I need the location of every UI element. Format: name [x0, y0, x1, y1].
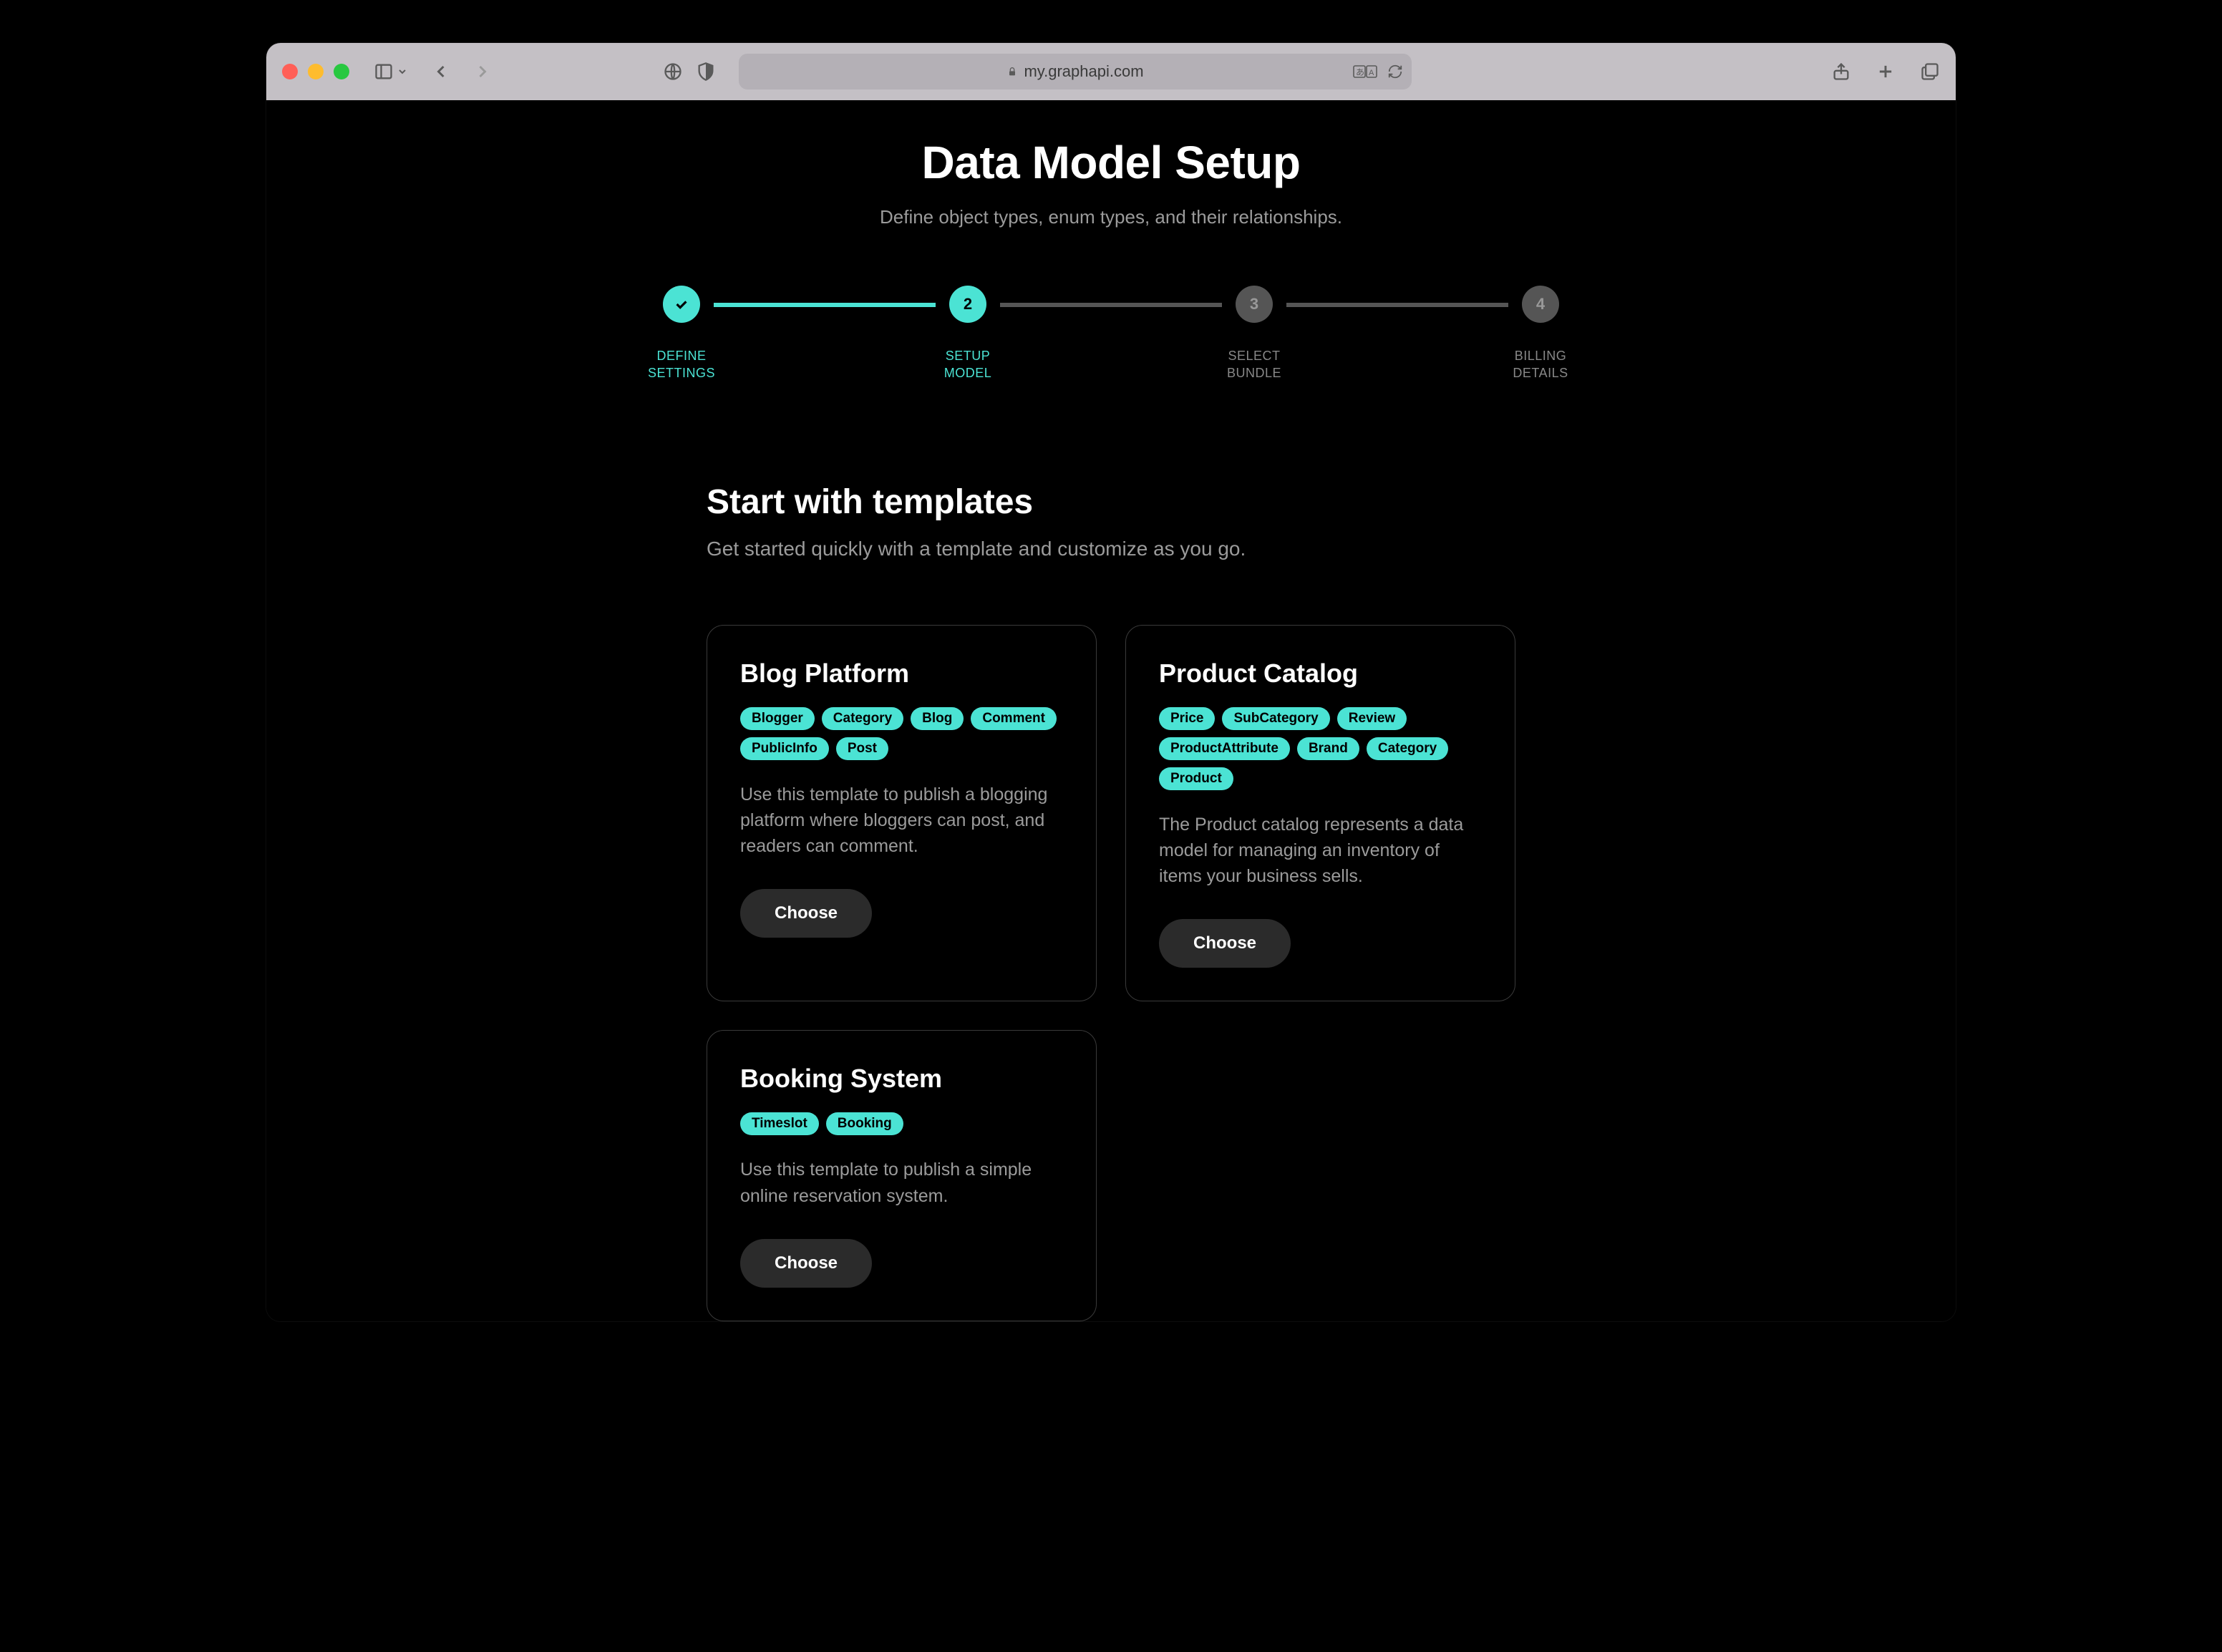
card-tags: Timeslot Booking [740, 1112, 1063, 1135]
template-card-product-catalog: Product Catalog Price SubCategory Review… [1125, 625, 1515, 1002]
step-number: 2 [949, 286, 986, 323]
card-tags: Price SubCategory Review ProductAttribut… [1159, 707, 1482, 790]
maximize-window-button[interactable] [334, 64, 349, 79]
stepper: DEFINE SETTINGS 2 SETUP MODEL 3 SE [266, 286, 1956, 382]
step-connector [1000, 303, 1222, 307]
back-button[interactable] [431, 62, 451, 82]
tag: Price [1159, 707, 1215, 730]
minimize-window-button[interactable] [308, 64, 324, 79]
step-billing-details[interactable]: 4 BILLING DETAILS [1508, 286, 1573, 382]
check-icon [663, 286, 700, 323]
tag: Timeslot [740, 1112, 819, 1135]
section-subtitle: Get started quickly with a template and … [707, 538, 1515, 560]
choose-button[interactable]: Choose [740, 1239, 872, 1288]
globe-icon[interactable] [663, 62, 683, 82]
tag: Blogger [740, 707, 815, 730]
url-text: my.graphapi.com [1024, 62, 1143, 81]
tag: Product [1159, 767, 1233, 790]
step-number: 3 [1236, 286, 1273, 323]
card-tags: Blogger Category Blog Comment PublicInfo… [740, 707, 1063, 760]
share-button[interactable] [1831, 62, 1851, 82]
step-define-settings[interactable]: DEFINE SETTINGS [649, 286, 714, 382]
tag: Comment [971, 707, 1057, 730]
card-title: Product Catalog [1159, 659, 1482, 689]
new-tab-button[interactable] [1876, 62, 1896, 82]
card-title: Booking System [740, 1064, 1063, 1094]
choose-button[interactable]: Choose [1159, 919, 1291, 968]
window-controls [282, 64, 349, 79]
tabs-overview-button[interactable] [1920, 62, 1940, 82]
template-cards: Blog Platform Blogger Category Blog Comm… [707, 625, 1515, 1321]
tag: Category [822, 707, 903, 730]
step-setup-model[interactable]: 2 SETUP MODEL [936, 286, 1000, 382]
step-label: DETAILS [1513, 364, 1568, 382]
url-bar[interactable]: my.graphapi.com あA [739, 54, 1412, 89]
card-description: Use this template to publish a blogging … [740, 782, 1063, 860]
tag: SubCategory [1222, 707, 1329, 730]
tag: Blog [911, 707, 964, 730]
tag: Booking [826, 1112, 903, 1135]
shield-icon[interactable] [696, 62, 716, 82]
page-content: Data Model Setup Define object types, en… [266, 100, 1956, 1321]
card-description: The Product catalog represents a data mo… [1159, 812, 1482, 890]
tag: ProductAttribute [1159, 737, 1290, 760]
svg-text:あ: あ [1356, 67, 1364, 77]
step-label: SELECT [1227, 347, 1281, 364]
reload-button[interactable] [1387, 64, 1403, 79]
step-connector [1286, 303, 1508, 307]
page-title: Data Model Setup [266, 136, 1956, 189]
tag: Review [1337, 707, 1407, 730]
step-label: MODEL [944, 364, 992, 382]
browser-window: my.graphapi.com あA Data Model [266, 43, 1956, 1321]
choose-button[interactable]: Choose [740, 889, 872, 938]
lock-icon [1006, 66, 1018, 77]
step-select-bundle[interactable]: 3 SELECT BUNDLE [1222, 286, 1286, 382]
page-subtitle: Define object types, enum types, and the… [266, 206, 1956, 228]
step-label: BUNDLE [1227, 364, 1281, 382]
sidebar-toggle-icon[interactable] [374, 62, 394, 82]
step-label: DEFINE [648, 347, 715, 364]
chevron-down-icon[interactable] [397, 66, 408, 77]
card-title: Blog Platform [740, 659, 1063, 689]
card-description: Use this template to publish a simple on… [740, 1157, 1063, 1209]
tag: Brand [1297, 737, 1359, 760]
forward-button[interactable] [472, 62, 493, 82]
step-label: SETTINGS [648, 364, 715, 382]
reader-icon[interactable]: あA [1353, 64, 1377, 79]
template-card-blog-platform: Blog Platform Blogger Category Blog Comm… [707, 625, 1097, 1002]
tag: Post [836, 737, 888, 760]
tag: Category [1367, 737, 1448, 760]
browser-toolbar: my.graphapi.com あA [266, 43, 1956, 100]
template-card-booking-system: Booking System Timeslot Booking Use this… [707, 1030, 1097, 1321]
section-title: Start with templates [707, 482, 1515, 522]
step-number: 4 [1522, 286, 1559, 323]
step-connector [714, 303, 936, 307]
svg-text:A: A [1369, 69, 1374, 77]
step-label: BILLING [1513, 347, 1568, 364]
tag: PublicInfo [740, 737, 829, 760]
close-window-button[interactable] [282, 64, 298, 79]
step-label: SETUP [944, 347, 992, 364]
